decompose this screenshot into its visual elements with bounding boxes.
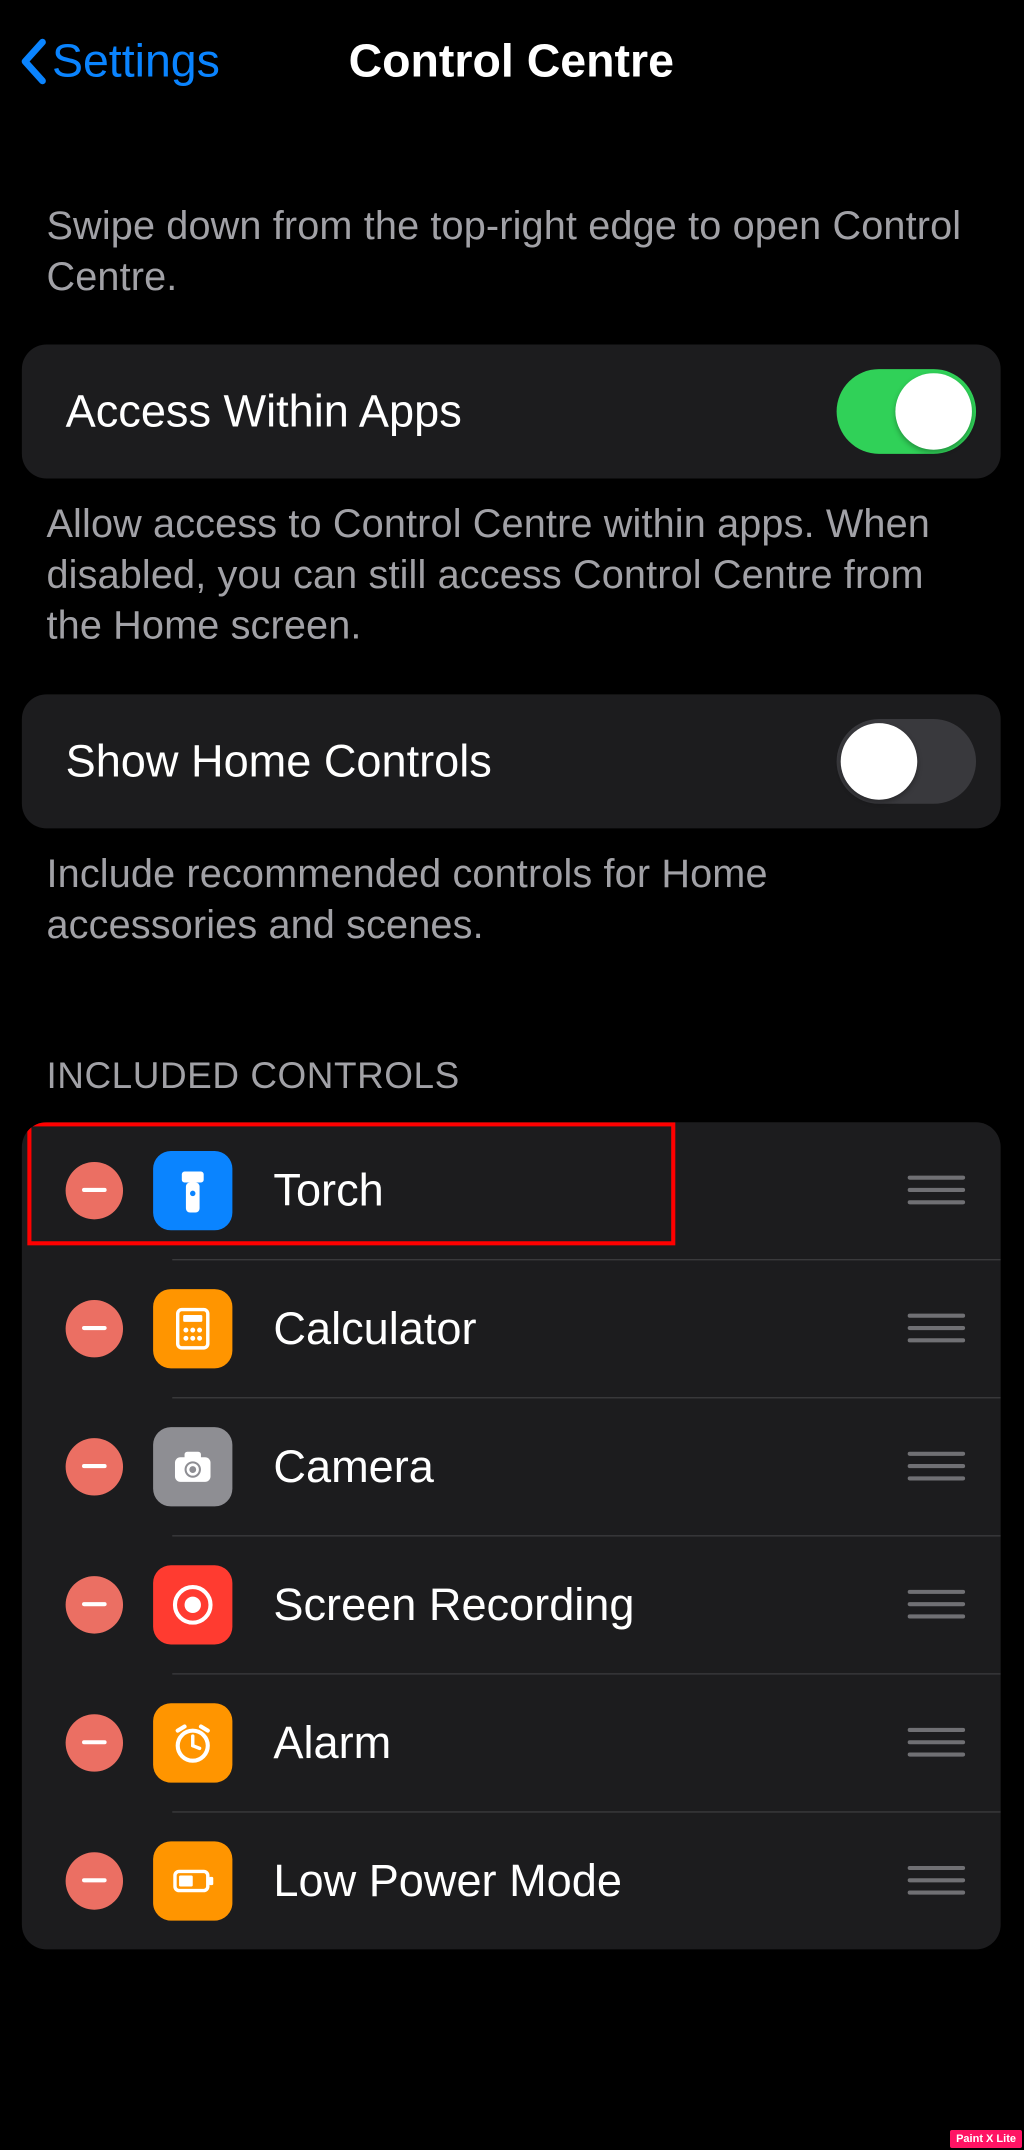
list-item-alarm[interactable]: Alarm <box>22 1674 1001 1811</box>
item-label: Screen Recording <box>273 1579 907 1631</box>
item-label: Torch <box>273 1164 907 1216</box>
intro-helper: Swipe down from the top-right edge to op… <box>0 202 1023 303</box>
card-access: Access Within Apps <box>22 345 1001 479</box>
card-home: Show Home Controls <box>22 694 1001 828</box>
drag-handle[interactable] <box>908 1866 965 1895</box>
drag-handle[interactable] <box>908 1452 965 1481</box>
record-icon <box>153 1565 232 1644</box>
remove-calculator[interactable] <box>66 1300 123 1357</box>
toggle-access[interactable] <box>837 369 976 454</box>
back-label: Settings <box>52 35 220 88</box>
row-access-within-apps[interactable]: Access Within Apps <box>22 345 1001 479</box>
list-item-screen-recording[interactable]: Screen Recording <box>22 1536 1001 1673</box>
home-desc: Include recommended controls for Home ac… <box>0 850 1023 951</box>
home-label: Show Home Controls <box>66 735 837 787</box>
included-list: Torch Calculator Camera <box>22 1122 1001 1949</box>
item-label: Calculator <box>273 1302 907 1354</box>
list-item-torch[interactable]: Torch <box>22 1122 1001 1259</box>
camera-icon <box>153 1427 232 1506</box>
remove-alarm[interactable] <box>66 1714 123 1771</box>
remove-torch[interactable] <box>66 1162 123 1219</box>
battery-icon <box>153 1841 232 1920</box>
calculator-icon <box>153 1289 232 1368</box>
remove-camera[interactable] <box>66 1438 123 1495</box>
alarm-icon <box>153 1703 232 1782</box>
list-item-calculator[interactable]: Calculator <box>22 1260 1001 1397</box>
item-label: Camera <box>273 1440 907 1492</box>
item-label: Low Power Mode <box>273 1855 907 1907</box>
torch-icon <box>153 1151 232 1230</box>
access-label: Access Within Apps <box>66 386 837 438</box>
toggle-home[interactable] <box>837 718 976 803</box>
drag-handle[interactable] <box>908 1728 965 1757</box>
row-show-home-controls[interactable]: Show Home Controls <box>22 694 1001 828</box>
access-desc: Allow access to Control Centre within ap… <box>0 501 1023 653</box>
watermark: Paint X Lite <box>950 2130 1022 2148</box>
back-button[interactable]: Settings <box>19 35 220 88</box>
drag-handle[interactable] <box>908 1314 965 1343</box>
drag-handle[interactable] <box>908 1590 965 1619</box>
item-label: Alarm <box>273 1717 907 1769</box>
list-item-low-power-mode[interactable]: Low Power Mode <box>22 1812 1001 1949</box>
remove-low-power[interactable] <box>66 1852 123 1909</box>
included-header: INCLUDED CONTROLS <box>0 1055 1023 1097</box>
remove-screen-recording[interactable] <box>66 1576 123 1633</box>
chevron-left-icon <box>19 38 46 84</box>
drag-handle[interactable] <box>908 1176 965 1205</box>
navbar: Settings Control Centre <box>0 0 1023 123</box>
list-item-camera[interactable]: Camera <box>22 1398 1001 1535</box>
